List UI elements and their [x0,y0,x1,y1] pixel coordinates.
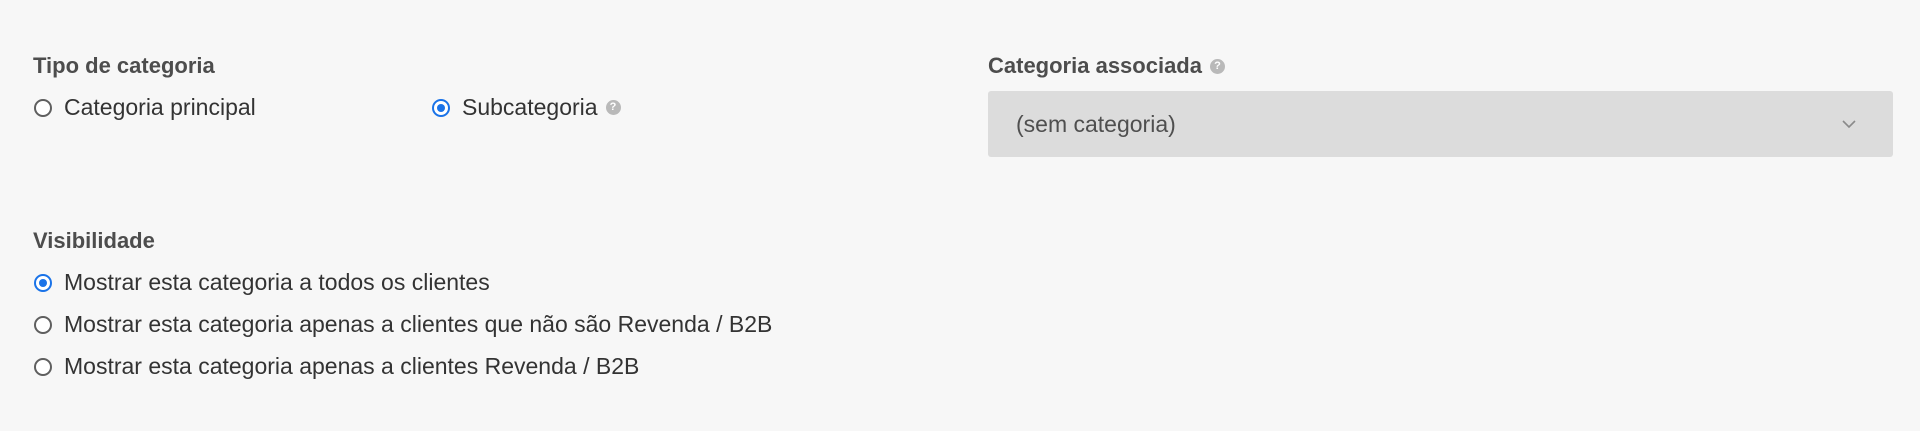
associated-category-label-text: Categoria associada [988,53,1202,78]
radio-visibility-non-b2b[interactable]: Mostrar esta categoria apenas a clientes… [34,311,772,338]
radio-visibility-b2b[interactable]: Mostrar esta categoria apenas a clientes… [34,353,639,380]
radio-visibility-all-circle[interactable] [34,273,52,292]
radio-visibility-non-b2b-label: Mostrar esta categoria apenas a clientes… [64,311,773,337]
radio-visibility-all-label: Mostrar esta categoria a todos os client… [64,269,490,295]
question-circle-icon[interactable]: ? [1209,58,1225,74]
category-type-label-text: Tipo de categoria [33,53,215,78]
category-type-label: Tipo de categoria [33,53,215,79]
radio-visibility-non-b2b-circle[interactable] [34,315,52,334]
radio-subcategory-circle[interactable] [432,98,450,117]
visibility-label: Visibilidade [33,228,155,254]
category-settings-form: Tipo de categoria Categoria principal Su… [0,0,1920,431]
question-circle-icon[interactable]: ? [605,100,621,115]
radio-main-category-circle[interactable] [34,98,52,117]
associated-category-selected-value: (sem categoria) [1016,110,1176,137]
radio-subcategory-label: Subcategoria [462,94,598,120]
radio-main-category-label: Categoria principal [64,94,256,120]
associated-category-label: Categoria associada ? [988,53,1225,79]
radio-visibility-b2b-label: Mostrar esta categoria apenas a clientes… [64,353,640,379]
associated-category-select[interactable]: (sem categoria) [988,91,1893,157]
radio-main-category[interactable]: Categoria principal [34,94,256,121]
radio-visibility-all[interactable]: Mostrar esta categoria a todos os client… [34,269,490,296]
radio-visibility-b2b-circle[interactable] [34,357,52,376]
chevron-down-icon [1841,116,1857,132]
visibility-label-text: Visibilidade [33,228,155,253]
radio-subcategory[interactable]: Subcategoria ? [432,94,621,121]
